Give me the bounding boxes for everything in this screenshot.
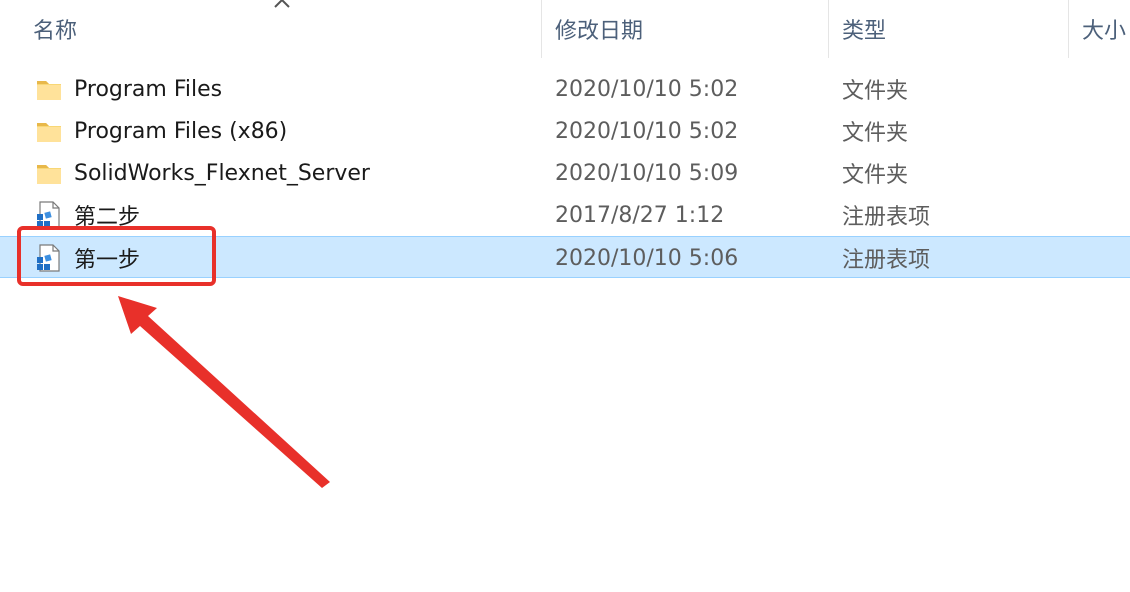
column-header-date[interactable]: 修改日期 <box>555 0 643 58</box>
column-header-name-label: 名称 <box>33 19 78 44</box>
column-header-name[interactable]: 名称 <box>33 0 77 58</box>
column-header-type[interactable]: 类型 <box>842 0 886 58</box>
annotation-highlight-box <box>17 226 216 286</box>
column-divider[interactable] <box>1068 0 1069 58</box>
column-header-size-label: 大小 <box>1082 19 1127 44</box>
folder-icon <box>37 123 61 142</box>
file-type: 文件夹 <box>842 121 909 146</box>
file-type: 注册表项 <box>842 205 931 230</box>
column-header-size[interactable]: 大小 <box>1082 0 1126 58</box>
column-divider[interactable] <box>828 0 829 58</box>
file-row-solidworks-flexnet-server[interactable]: SolidWorks_Flexnet_Server 2020/10/10 5:0… <box>0 152 1130 194</box>
file-row-program-files[interactable]: Program Files 2020/10/10 5:02 文件夹 <box>0 68 1130 110</box>
sort-ascending-icon <box>274 0 290 8</box>
file-name: Program Files (x86) <box>74 118 288 144</box>
file-date: 2017/8/27 1:12 <box>555 202 725 228</box>
file-type: 文件夹 <box>842 79 909 104</box>
file-type: 文件夹 <box>842 163 909 188</box>
column-divider[interactable] <box>541 0 542 58</box>
folder-icon <box>37 81 61 100</box>
column-header-date-label: 修改日期 <box>555 19 644 44</box>
file-explorer-view: 名称 修改日期 类型 大小 Program Files 2020/10/10 5… <box>0 0 1130 592</box>
file-date: 2020/10/10 5:09 <box>555 160 739 186</box>
file-date: 2020/10/10 5:02 <box>555 118 739 144</box>
file-name: SolidWorks_Flexnet_Server <box>74 160 370 186</box>
file-type: 注册表项 <box>842 248 931 273</box>
file-date: 2020/10/10 5:06 <box>555 245 739 271</box>
file-name: Program Files <box>74 76 223 102</box>
column-header-bar: 名称 修改日期 类型 大小 <box>0 0 1130 58</box>
column-header-type-label: 类型 <box>842 19 887 44</box>
file-row-program-files-x86[interactable]: Program Files (x86) 2020/10/10 5:02 文件夹 <box>0 110 1130 152</box>
folder-icon <box>37 165 61 184</box>
file-date: 2020/10/10 5:02 <box>555 76 739 102</box>
